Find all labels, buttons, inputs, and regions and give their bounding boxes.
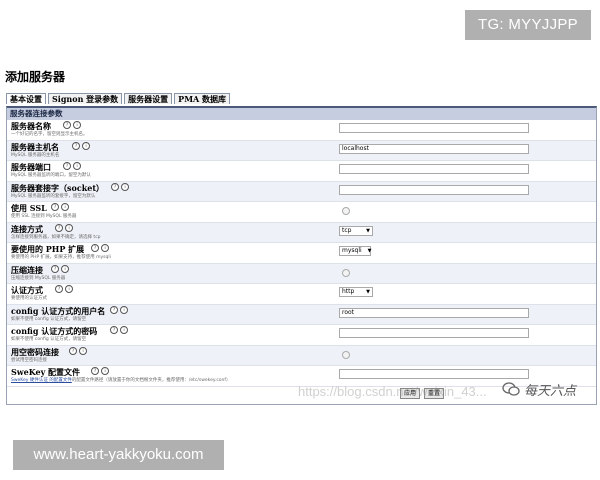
help-icon[interactable]: ? [69,346,77,355]
compress-checkbox[interactable] [342,268,350,277]
doc-icon[interactable]: i [120,305,128,314]
tab-bar: 基本设置 Signon 登录参数 服务器设置 PMA 数据库 [6,93,232,105]
help-icon[interactable]: ? [110,326,118,334]
tab-basic-settings[interactable]: 基本设置 [6,93,46,104]
field-icons: ? i [63,162,81,170]
field-icons: ? i [55,223,73,232]
field-description: MySQL 服务器监听的端口，留空为默认 [11,173,91,178]
field-description: 压缩连接到 MySQL 服务器 [11,275,66,281]
tab-signon[interactable]: Signon 登录参数 [48,93,123,104]
watermark-wechat: 每天六点 [502,380,576,399]
help-icon[interactable]: ? [63,121,71,129]
swekey-desc-text: 的配置文件路径（请放置于你的文档根文件夹，推荐使用：/etc/swekey.co… [71,378,231,383]
help-icon[interactable]: ? [51,264,59,273]
wechat-icon [502,382,520,396]
doc-icon[interactable]: i [65,285,73,293]
field-description: 如果不使用 config 认证方式，请留空 [11,316,87,322]
swekey-config-input[interactable] [339,369,529,379]
help-icon[interactable]: ? [91,367,99,375]
field-row-server-name: 服务器名称 ? i 一个好记的名字，留空则显示主机名。 [7,120,596,141]
help-icon[interactable]: ? [72,141,80,150]
field-row-server-host: 服务器主机名 ? i MySQL 服务器的主机名 localhost [7,140,596,161]
field-description: 怎样连接到服务器，如果不确定，请选择 tcp [11,234,101,240]
field-icons: ? i [91,244,109,252]
field-icons: ? i [51,203,69,211]
help-icon[interactable]: ? [110,305,118,314]
help-icon[interactable]: ? [111,182,119,191]
connect-type-select[interactable]: tcp ▼ [339,225,373,236]
field-row-config-password: config 认证方式的密码 ? i 如果不使用 config 认证方式，请留空 [7,325,596,346]
chevron-down-icon: ▼ [367,248,372,254]
field-row-connect-type: 连接方式 ? i 怎样连接到服务器，如果不确定，请选择 tcp tcp ▼ [7,222,596,243]
select-value: http [342,288,355,295]
field-icons: ? i [110,305,128,314]
settings-panel: 服务器连接参数 服务器名称 ? i 一个好记的名字，留空则显示主机名。 服务器主机… [6,106,597,405]
doc-icon[interactable]: i [61,203,69,211]
field-row-server-socket: 服务器套接字（socket） ? i MySQL 服务器监听的套接字，留空为默认 [7,181,596,202]
doc-icon[interactable]: i [82,141,90,150]
page-title: 添加服务器 [5,70,66,84]
watermark-csdn: https://blog.csdn.net/weixin_43... [298,384,487,399]
field-icons: ? i [69,346,87,355]
php-extension-select[interactable]: mysqli ▼ [339,246,372,256]
field-icons: ? i [63,121,81,129]
chevron-down-icon: ▼ [366,227,370,234]
field-description: 尝试用空密码连接 [11,357,47,363]
config-password-input[interactable] [339,328,529,338]
help-icon[interactable]: ? [91,244,99,252]
field-description: 如果不使用 config 认证方式，请留空 [11,337,87,342]
server-socket-input[interactable] [339,184,529,195]
help-icon[interactable]: ? [55,223,63,232]
field-icons: ? i [55,285,73,293]
field-row-nopassword: 用空密码连接 ? i 尝试用空密码连接 [7,345,596,366]
watermark-top: TG: MYYJJPP [465,10,591,40]
watermark-bottom: www.heart-yakkyoku.com [13,440,224,470]
field-description: 要使用的 PHP 扩展，如果支持，推荐使用 mysqli [11,255,111,260]
select-value: mysqli [342,247,362,254]
field-description: 要使用的认证方式 [11,296,47,301]
swekey-link[interactable]: SweKey 硬件认证 的配置文件 [11,378,72,383]
field-description: MySQL 服务器的主机名 [11,152,60,158]
doc-icon[interactable]: i [73,121,81,129]
doc-icon[interactable]: i [61,264,69,273]
field-icons: ? i [51,264,69,273]
config-user-input[interactable]: root [339,307,529,318]
field-row-compress: 压缩连接 ? i 压缩连接到 MySQL 服务器 [7,263,596,284]
field-icons: ? i [72,141,90,150]
auth-type-select[interactable]: http ▼ [339,287,373,297]
field-row-use-ssl: 使用 SSL ? i 使用 SSL 连接到 MySQL 服务器 [7,202,596,223]
doc-icon[interactable]: i [121,182,129,191]
help-icon[interactable]: ? [51,203,59,211]
server-port-input[interactable] [339,164,529,174]
doc-icon[interactable]: i [79,346,87,355]
field-icons: ? i [111,182,129,191]
field-row-server-port: 服务器端口 ? i MySQL 服务器监听的端口，留空为默认 [7,161,596,182]
doc-icon[interactable]: i [65,223,73,232]
chevron-down-icon: ▼ [366,289,370,295]
help-icon[interactable]: ? [63,162,71,170]
field-icons: ? i [110,326,128,334]
section-title: 服务器连接参数 [7,108,596,120]
wechat-watermark-text: 每天六点 [524,384,577,399]
field-row-auth-type: 认证方式 ? i 要使用的认证方式 http ▼ [7,284,596,305]
tab-pma-database[interactable]: PMA 数据库 [174,93,231,104]
doc-icon[interactable]: i [120,326,128,334]
nopassword-checkbox[interactable] [342,350,350,359]
select-value: tcp [342,226,352,234]
use-ssl-checkbox[interactable] [342,207,350,215]
field-description: 一个好记的名字，留空则显示主机名。 [11,132,88,137]
field-description: 使用 SSL 连接到 MySQL 服务器 [11,214,77,219]
server-name-input[interactable] [339,123,529,133]
doc-icon[interactable]: i [101,367,109,375]
field-icons: ? i [91,367,109,375]
field-row-php-extension: 要使用的 PHP 扩展 ? i 要使用的 PHP 扩展，如果支持，推荐使用 mys… [7,243,596,264]
field-row-config-user: config 认证方式的用户名 ? i 如果不使用 config 认证方式，请留空… [7,304,596,325]
server-host-input[interactable]: localhost [339,143,529,154]
doc-icon[interactable]: i [73,162,81,170]
doc-icon[interactable]: i [101,244,109,252]
field-description: SweKey 硬件认证 的配置文件的配置文件路径（请放置于你的文档根文件夹，推荐… [11,377,231,383]
tab-server-settings[interactable]: 服务器设置 [124,93,173,104]
help-icon[interactable]: ? [55,285,63,293]
field-description: MySQL 服务器监听的套接字，留空为默认 [11,193,96,199]
